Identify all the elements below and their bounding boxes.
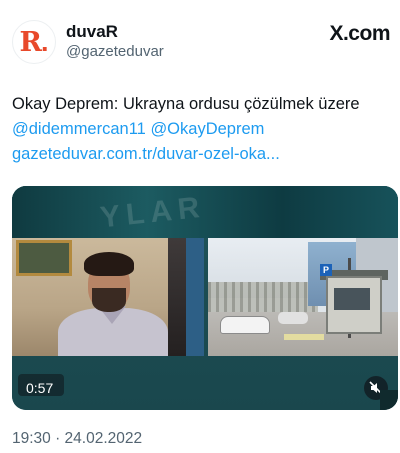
crosswalk	[284, 334, 324, 340]
trees	[208, 282, 318, 312]
person-beard	[92, 288, 126, 312]
tweet-text: Okay Deprem: Ukrayna ordusu çözülmek üze…	[12, 92, 392, 167]
video-panel-street: P	[208, 238, 398, 356]
parking-sign: P	[320, 264, 332, 276]
video-player[interactable]: YLAR P 0:57	[12, 186, 398, 410]
video-corner-badge	[380, 390, 398, 410]
mention-okaydeprem[interactable]: @OkayDeprem	[150, 120, 264, 138]
person-hair	[84, 252, 134, 276]
video-panel-interview	[12, 238, 204, 356]
white-car	[220, 316, 270, 334]
tweet-link[interactable]: gazeteduvar.com.tr/duvar-ozel-oka...	[12, 142, 392, 167]
x-logo[interactable]: X.com	[329, 22, 390, 46]
video-duration: 0:57	[26, 380, 54, 396]
mention-didemmercan11[interactable]: @didemmercan11	[12, 120, 146, 138]
distant-car	[278, 312, 308, 324]
tweet-header: R. duvaR @gazeteduvar X.com	[0, 0, 400, 80]
author-handle[interactable]: @gazeteduvar	[66, 43, 164, 60]
tweet-timestamp[interactable]: 19:30 · 24.02.2022	[12, 430, 142, 448]
tweet-mentions: @didemmercan11 @OkayDeprem	[12, 117, 392, 142]
avatar-logo-letter: R	[19, 26, 42, 58]
avatar-logo-dot: .	[40, 26, 49, 57]
tweet-body: Okay Deprem: Ukrayna ordusu çözülmek üze…	[12, 95, 360, 113]
window-blind	[186, 238, 204, 356]
booth-window	[334, 288, 370, 310]
author-avatar[interactable]: R.	[12, 20, 56, 64]
author-display-name[interactable]: duvaR	[66, 22, 118, 42]
wall-painting	[16, 240, 72, 276]
